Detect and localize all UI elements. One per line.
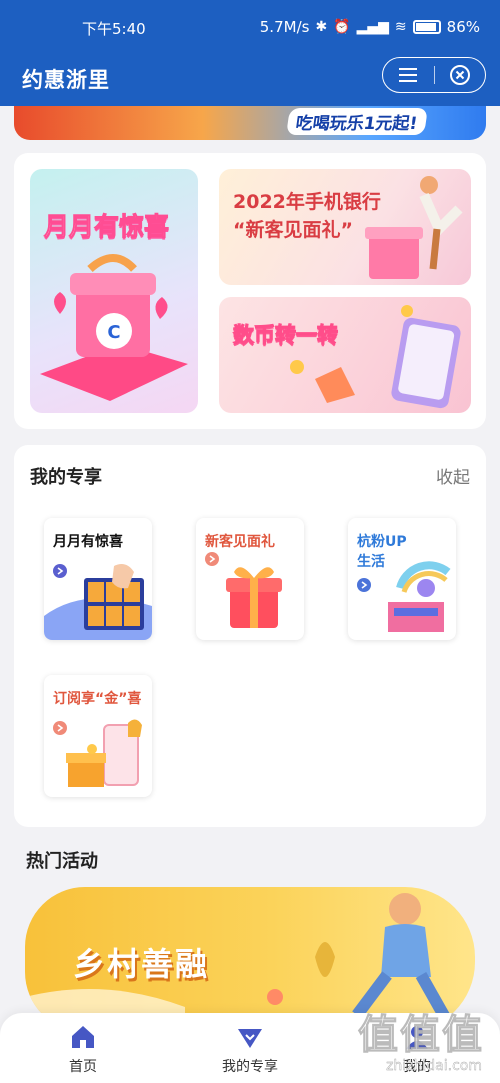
network-speed: 5.7M/s <box>259 18 310 36</box>
top-banner[interactable]: 吃喝玩乐1元起! <box>14 106 486 140</box>
status-icons: 5.7M/s ✱ ⏰ ▂▄▆ ≋ 86% <box>260 18 480 36</box>
tile-subscribe-gold[interactable]: 订阅享“金”喜 <box>44 675 152 797</box>
hot-activities-title: 热门活动 <box>26 851 98 872</box>
tile-hangfen-up-life[interactable]: 杭粉UP 生活 <box>348 518 456 640</box>
app-header: 约惠浙里 <box>0 56 500 106</box>
collapse-button[interactable]: 收起 <box>436 463 470 488</box>
tab-my-exclusive[interactable]: 我的专享 <box>200 1021 300 1079</box>
alarm-icon: ⏰ <box>333 19 351 35</box>
phone-bell-gift-illustration <box>66 719 142 787</box>
wifi-icon: ≋ <box>394 19 407 35</box>
watermark-logo-text: 值值值 <box>358 1012 484 1059</box>
promo-digital-coin-spin[interactable]: 数币转一转 <box>219 297 471 413</box>
menu-button[interactable] <box>383 58 434 92</box>
home-icon <box>72 1026 94 1048</box>
tab-label: 首页 <box>69 1059 97 1075</box>
phone-coin-illustration <box>290 305 461 409</box>
battery-level: 86% <box>446 18 480 36</box>
tile-label: 新客见面礼 <box>205 534 275 550</box>
watermark-url: zhizhidai.com <box>386 1058 482 1074</box>
tile-label: 月月有惊喜 <box>53 534 123 550</box>
lottery-cards-illustration <box>44 564 152 640</box>
site-watermark: 值值值 zhizhidai.com <box>330 1000 490 1078</box>
tab-label: 我的专享 <box>222 1059 278 1075</box>
status-bar: 下午5:40 5.7M/s ✱ ⏰ ▂▄▆ ≋ 86% <box>0 0 500 56</box>
close-circle-icon <box>449 65 470 85</box>
tile-new-customer-gift[interactable]: 新客见面礼 <box>196 518 304 640</box>
gift-person-illustration <box>365 176 463 279</box>
tile-monthly-surprise[interactable]: 月月有惊喜 <box>44 518 152 640</box>
promo-card: 月月有惊喜 C 2022年手机银行 “新客见面礼” 数币转一转 <box>14 153 486 429</box>
mini-program-capsule <box>382 57 486 93</box>
svg-text:C: C <box>107 322 120 343</box>
city-building-illustration <box>388 561 451 632</box>
exclusive-title: 我的专享 <box>30 467 102 488</box>
promo-monthly-surprise[interactable]: 月月有惊喜 C <box>30 169 198 413</box>
close-button[interactable] <box>434 58 485 92</box>
battery-icon <box>412 20 441 34</box>
promo-new-customer-gift[interactable]: 2022年手机银行 “新客见面礼” <box>219 169 471 285</box>
status-time: 下午5:40 <box>82 20 146 38</box>
gift-box-illustration: C <box>40 254 188 401</box>
my-exclusive-section: 我的专享 收起 月月有惊喜 新客见面礼 杭粉UP 生活 订阅享“金”喜 <box>14 445 486 827</box>
heart-diamond-icon <box>238 1029 262 1048</box>
tile-label: 订阅享“金”喜 <box>53 691 142 707</box>
gift-box-icon <box>226 567 282 628</box>
top-banner-text: 吃喝玩乐1元起! <box>286 108 428 135</box>
bluetooth-icon: ✱ <box>315 19 328 35</box>
tab-home[interactable]: 首页 <box>33 1021 133 1079</box>
signal-icon: ▂▄▆ <box>356 19 389 35</box>
page-title: 约惠浙里 <box>22 68 110 92</box>
menu-icon <box>399 68 418 82</box>
